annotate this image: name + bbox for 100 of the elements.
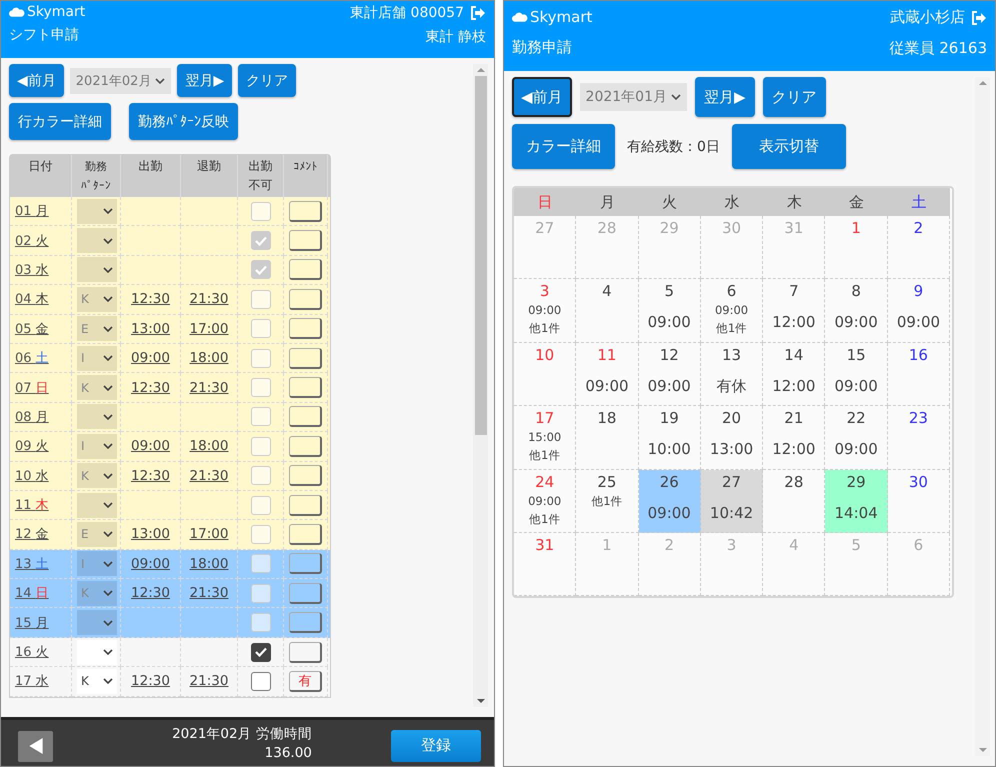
comment-button[interactable] (289, 200, 322, 222)
pattern-select[interactable] (77, 640, 117, 665)
date-link[interactable]: 17 水 (15, 672, 49, 690)
scrollbar[interactable] (473, 64, 488, 707)
comment-button[interactable] (289, 494, 322, 516)
date-link[interactable]: 16 火 (15, 643, 49, 662)
date-link[interactable]: 06 土 (15, 349, 49, 368)
start-time-link[interactable]: 12:30 (131, 468, 170, 484)
calendar-day[interactable]: 4 (576, 279, 639, 343)
end-time-link[interactable]: 18:00 (190, 556, 228, 572)
date-link[interactable]: 11 木 (15, 496, 49, 514)
color-detail-button[interactable]: カラー詳細 (512, 124, 615, 169)
scroll-up-icon[interactable] (476, 68, 484, 72)
calendar-day[interactable]: 8 09:00 (825, 279, 888, 343)
previous-month-button[interactable]: ◀前月 (9, 64, 64, 97)
date-link[interactable]: 01 月 (15, 202, 49, 220)
date-link[interactable]: 08 月 (15, 408, 49, 426)
start-time-link[interactable]: 09:00 (131, 438, 170, 454)
end-time-link[interactable]: 21:30 (190, 468, 228, 484)
calendar-day[interactable]: 15 09:00 (825, 342, 888, 406)
date-link[interactable]: 07 日 (15, 378, 49, 397)
pattern-select[interactable] (77, 492, 117, 518)
comment-button[interactable] (289, 259, 322, 280)
calendar-day[interactable]: 16 (888, 342, 950, 406)
end-time-link[interactable]: 21:30 (190, 585, 228, 602)
scrollbar-thumb[interactable] (474, 76, 486, 435)
comment-button[interactable] (289, 288, 322, 310)
logout-icon[interactable] (470, 6, 486, 20)
next-month-button[interactable]: 翌月▶ (695, 77, 755, 117)
calendar-day[interactable]: 10 (514, 342, 576, 406)
calendar-day[interactable]: 11 09:00 (576, 342, 639, 406)
logout-icon[interactable] (971, 10, 987, 24)
end-time-link[interactable]: 21:30 (190, 380, 228, 396)
start-time-link[interactable]: 12:30 (131, 291, 170, 308)
calendar-day[interactable]: 21 12:00 (763, 406, 826, 470)
pattern-select[interactable] (77, 257, 117, 282)
comment-button[interactable] (289, 318, 322, 340)
comment-button[interactable]: 有 (289, 670, 322, 692)
start-time-link[interactable]: 13:00 (131, 526, 170, 542)
start-time-link[interactable]: 09:00 (131, 350, 170, 366)
comment-button[interactable] (289, 348, 322, 369)
comment-button[interactable] (289, 524, 322, 545)
comment-button[interactable] (289, 553, 322, 574)
month-select[interactable]: 2021年01月 (580, 83, 687, 111)
end-time-link[interactable]: 18:00 (190, 438, 228, 454)
calendar-day[interactable]: 17 15:00 他1件 (514, 406, 576, 470)
unavailable-checkbox[interactable] (250, 672, 270, 691)
clear-button[interactable]: クリア (762, 77, 826, 117)
comment-button[interactable] (289, 612, 322, 634)
back-button[interactable] (18, 730, 53, 762)
end-time-link[interactable]: 18:00 (190, 350, 228, 366)
calendar-day[interactable]: 13 有休 (700, 342, 764, 406)
calendar-day[interactable]: 9 09:00 (888, 279, 950, 343)
calendar-day[interactable]: 5 09:00 (638, 279, 701, 343)
start-time-link[interactable]: 09:00 (131, 556, 170, 572)
pattern-select[interactable]: K (77, 668, 117, 694)
action-button[interactable]: 勤務ﾊﾟﾀｰﾝ反映 (129, 103, 238, 140)
calendar-day[interactable]: 31 (514, 532, 576, 596)
pattern-select[interactable] (77, 404, 117, 430)
pattern-select[interactable] (77, 610, 117, 636)
end-time-link[interactable]: 17:00 (190, 526, 228, 542)
date-link[interactable]: 09 火 (15, 437, 49, 456)
comment-button[interactable] (289, 642, 322, 663)
end-time-link[interactable]: 17:00 (190, 320, 228, 337)
toggle-view-button[interactable]: 表示切替 (732, 124, 846, 169)
scroll-up-icon[interactable] (978, 81, 986, 85)
date-link[interactable]: 10 水 (15, 466, 49, 485)
date-link[interactable]: 02 火 (15, 232, 49, 250)
calendar-day[interactable]: 7 12:00 (763, 279, 826, 343)
calendar-day[interactable]: 30 (888, 470, 950, 533)
calendar-day[interactable]: 2 (888, 216, 950, 280)
next-month-button[interactable]: 翌月▶ (177, 64, 232, 97)
comment-button[interactable] (289, 230, 322, 252)
calendar-day[interactable]: 29 14:04 (825, 470, 888, 533)
calendar-day[interactable]: 23 (888, 406, 950, 470)
calendar-day[interactable]: 27 10:42 (700, 470, 764, 533)
comment-button[interactable] (289, 582, 322, 604)
start-time-link[interactable]: 12:30 (131, 380, 170, 396)
start-time-link[interactable]: 13:00 (131, 320, 170, 337)
calendar-day[interactable]: 14 12:00 (763, 342, 826, 406)
month-select[interactable]: 2021年02月 (70, 68, 172, 94)
calendar-day[interactable]: 1 (825, 216, 888, 280)
calendar-day[interactable]: 24 09:00 他1件 (514, 470, 576, 533)
date-link[interactable]: 05 金 (15, 320, 49, 338)
scroll-down-icon[interactable] (476, 699, 484, 703)
date-link[interactable]: 15 月 (15, 614, 49, 632)
comment-button[interactable] (289, 436, 322, 457)
action-button[interactable]: 行カラー詳細 (9, 103, 111, 140)
calendar-day[interactable]: 3 09:00 他1件 (514, 279, 576, 343)
clear-button[interactable]: クリア (238, 64, 296, 97)
calendar-day[interactable]: 26 09:00 (638, 470, 701, 533)
date-link[interactable]: 12 金 (15, 525, 49, 544)
pattern-select[interactable] (77, 198, 117, 224)
end-time-link[interactable]: 21:30 (190, 673, 228, 690)
date-link[interactable]: 03 水 (15, 260, 49, 279)
calendar-day[interactable]: 12 09:00 (638, 342, 701, 406)
date-link[interactable]: 04 木 (15, 290, 49, 308)
date-link[interactable]: 13 土 (15, 554, 49, 573)
comment-button[interactable] (289, 377, 322, 398)
pattern-select[interactable] (77, 228, 117, 254)
